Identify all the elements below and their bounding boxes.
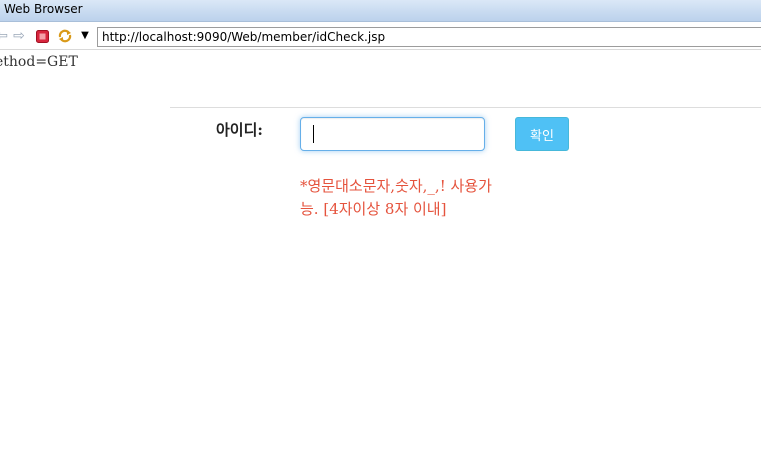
window-titlebar: Web Browser — [0, 0, 761, 22]
id-hint-text: *영문대소문자,숫자,_,! 사용가능. [4자이상 8자 이내] — [300, 177, 492, 218]
forward-icon[interactable]: ⇨ — [11, 28, 27, 44]
window-title: Web Browser — [4, 2, 83, 16]
method-text: ethod=GET — [0, 54, 78, 70]
back-icon[interactable]: ⇦ — [0, 28, 10, 44]
address-bar[interactable] — [97, 27, 761, 47]
divider — [170, 107, 761, 108]
text-caret — [313, 125, 314, 143]
refresh-icon[interactable] — [57, 28, 73, 44]
stop-icon[interactable] — [34, 28, 50, 44]
id-label: 아이디: — [216, 121, 263, 139]
confirm-button[interactable]: 확인 — [515, 117, 569, 151]
dropdown-icon[interactable]: ▼ — [77, 28, 93, 44]
id-input[interactable] — [300, 117, 485, 151]
